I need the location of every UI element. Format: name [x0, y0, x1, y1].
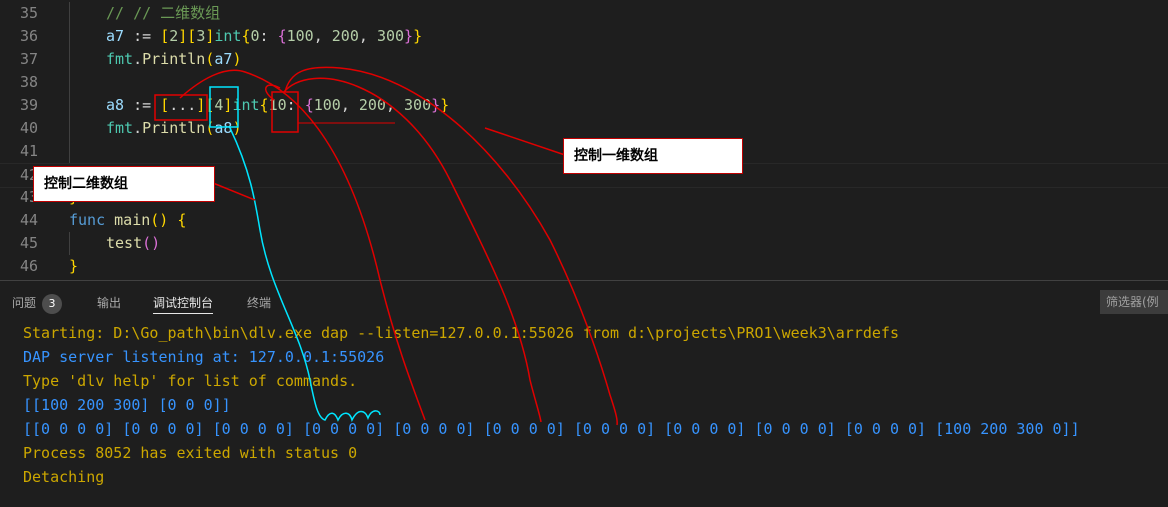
callout-2d-label: 控制二维数组 [33, 166, 215, 202]
code-text: a7 := [2][3]int{0: {100, 200, 300}} [106, 27, 423, 45]
code-text: test() [106, 234, 161, 252]
code-line[interactable]: 44 func main() { [0, 209, 1168, 232]
code-line[interactable]: 36 a7 := [2][3]int{0: {100, 200, 300}} [0, 25, 1168, 48]
code-text: fmt.Println(a8) [106, 119, 242, 137]
code-line[interactable]: 37 fmt.Println(a7) [0, 48, 1168, 71]
code-text: a8 := [...][4]int{10: {100, 200, 300}} [106, 96, 450, 114]
panel-tabs: 问题 3 输出 调试控制台 终端 筛选器(例 [0, 281, 1168, 321]
console-line: Process 8052 has exited with status 0 [23, 444, 358, 462]
line-number: 44 [19, 211, 38, 229]
line-number: 46 [19, 257, 38, 275]
code-text: // // 二维数组 [106, 4, 221, 22]
problems-count-badge: 3 [42, 294, 63, 314]
line-number: 45 [19, 234, 38, 252]
line-number: 36 [19, 27, 38, 45]
line-number: 39 [19, 96, 38, 114]
tab-output[interactable]: 输出 [97, 293, 121, 313]
code-line[interactable]: 46} [0, 255, 1168, 278]
line-number: 35 [19, 4, 38, 22]
code-line[interactable]: 35 // // 二维数组 [0, 2, 1168, 25]
callout-1d-label: 控制一维数组 [563, 138, 743, 174]
bottom-panel: 问题 3 输出 调试控制台 终端 筛选器(例 Starting: D:\Go_pa… [0, 280, 1168, 507]
tab-debug-console[interactable]: 调试控制台 [153, 293, 214, 314]
console-line: Type 'dlv help' for list of commands. [23, 372, 358, 390]
code-text: } [69, 257, 79, 275]
console-line: [[0 0 0 0] [0 0 0 0] [0 0 0 0] [0 0 0 0]… [23, 420, 1080, 438]
console-line: Starting: D:\Go_path\bin\dlv.exe dap --l… [23, 324, 899, 342]
code-text: func main() { [69, 211, 187, 229]
line-number: 41 [19, 142, 38, 160]
line-number: 37 [19, 50, 38, 68]
console-line: DAP server listening at: 127.0.0.1:55026 [23, 348, 385, 366]
code-line[interactable]: 38 [0, 71, 1168, 94]
tab-problems[interactable]: 问题 3 [12, 293, 63, 314]
console-line: [[100 200 300] [0 0 0]] [23, 396, 231, 414]
code-line[interactable]: 40 fmt.Println(a8) [0, 117, 1168, 140]
line-number: 38 [19, 73, 38, 91]
code-line[interactable]: 39 a8 := [...][4]int{10: {100, 200, 300}} [0, 94, 1168, 117]
console-line: Detaching [23, 468, 105, 486]
line-number: 40 [19, 119, 38, 137]
tab-terminal[interactable]: 终端 [247, 293, 271, 313]
code-text: fmt.Println(a7) [106, 50, 242, 68]
code-line[interactable]: 45 test() [0, 232, 1168, 255]
filter-input[interactable]: 筛选器(例 [1100, 290, 1168, 314]
